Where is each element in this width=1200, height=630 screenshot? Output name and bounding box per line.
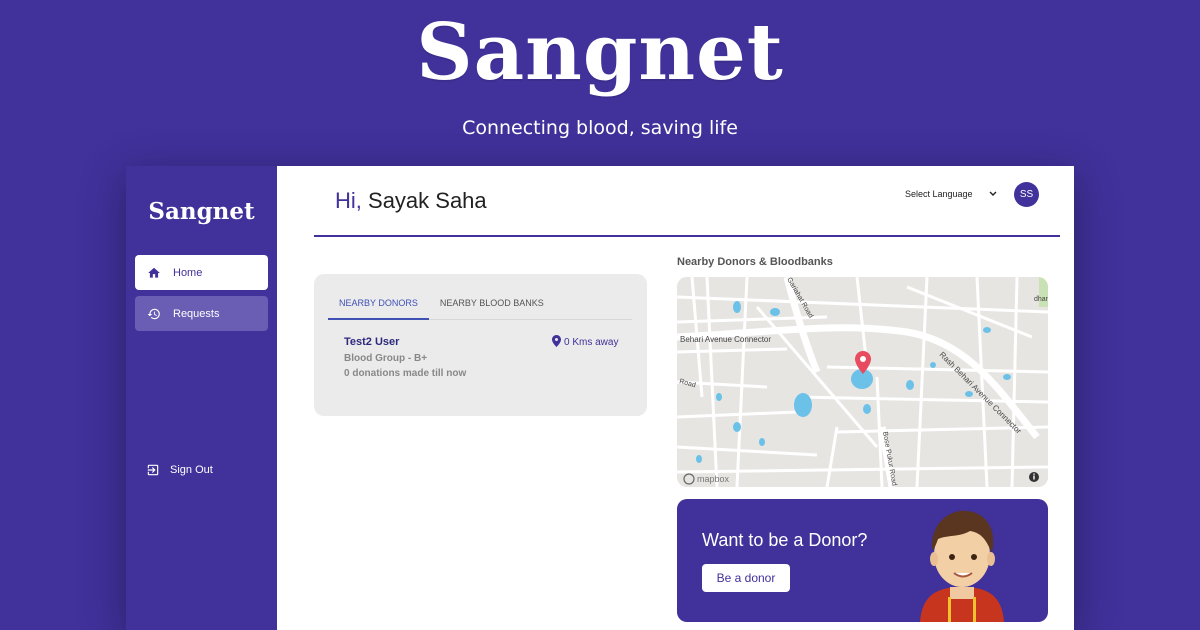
sidebar-item-home[interactable]: Home — [135, 255, 268, 290]
hero-title: Sangnet — [416, 7, 784, 98]
signout-label: Sign Out — [170, 464, 213, 476]
tab-bar: NEARBY DONORS NEARBY BLOOD BANKS — [328, 292, 632, 320]
map-title: Nearby Donors & Bloodbanks — [677, 256, 833, 268]
map-view[interactable]: Behari Avenue Connector Rash Behari Aven… — [677, 277, 1048, 487]
home-icon — [147, 266, 161, 280]
language-select[interactable]: Select Language — [905, 189, 997, 199]
tab-nearby-donors[interactable]: NEARBY DONORS — [328, 292, 429, 320]
donor-distance-text: 0 Kms away — [564, 337, 619, 348]
nearby-panel: NEARBY DONORS NEARBY BLOOD BANKS Test2 U… — [314, 274, 647, 416]
be-a-donor-button[interactable]: Be a donor — [702, 564, 790, 592]
mapbox-attribution: mapbox — [697, 474, 730, 484]
greeting-prefix: Hi, — [335, 188, 362, 213]
language-select-label: Select Language — [905, 189, 973, 199]
sidebar-logo: Sangnet — [148, 198, 255, 225]
logout-icon — [146, 463, 160, 477]
tab-nearby-blood-banks[interactable]: NEARBY BLOOD BANKS — [429, 292, 555, 320]
donor-name[interactable]: Test2 User — [344, 336, 399, 348]
location-pin-icon — [552, 335, 561, 350]
sidebar-item-requests[interactable]: Requests — [135, 296, 268, 331]
app-window: Sangnet Home Requests Sign Out Hi, Sayak… — [126, 166, 1074, 630]
donor-donations: 0 donations made till now — [344, 368, 467, 379]
street-label: dhan — [1034, 296, 1048, 303]
sidebar-item-label: Requests — [173, 307, 220, 320]
donor-avatar-illustration — [920, 510, 1004, 622]
page-greeting: Hi, Sayak Saha — [335, 188, 487, 214]
donor-blood-group: Blood Group - B+ — [344, 353, 428, 364]
user-name: Sayak Saha — [368, 188, 487, 213]
hero-subtitle: Connecting blood, saving life — [462, 117, 738, 139]
donor-distance: 0 Kms away — [552, 335, 618, 350]
signout-button[interactable]: Sign Out — [146, 463, 213, 477]
history-icon — [147, 307, 161, 321]
header-divider — [314, 235, 1060, 237]
avatar[interactable]: SS — [1014, 182, 1039, 207]
street-label: Behari Avenue Connector — [680, 335, 771, 344]
sidebar-item-label: Home — [173, 266, 203, 279]
main-content: Hi, Sayak Saha Select Language SS NEARBY… — [277, 166, 1074, 630]
chevron-down-icon — [989, 189, 997, 199]
cta-title: Want to be a Donor? — [702, 530, 868, 550]
sidebar: Sangnet Home Requests Sign Out — [126, 166, 277, 630]
donor-cta-card: Want to be a Donor? Be a donor — [677, 499, 1048, 622]
info-icon[interactable] — [1029, 472, 1039, 482]
